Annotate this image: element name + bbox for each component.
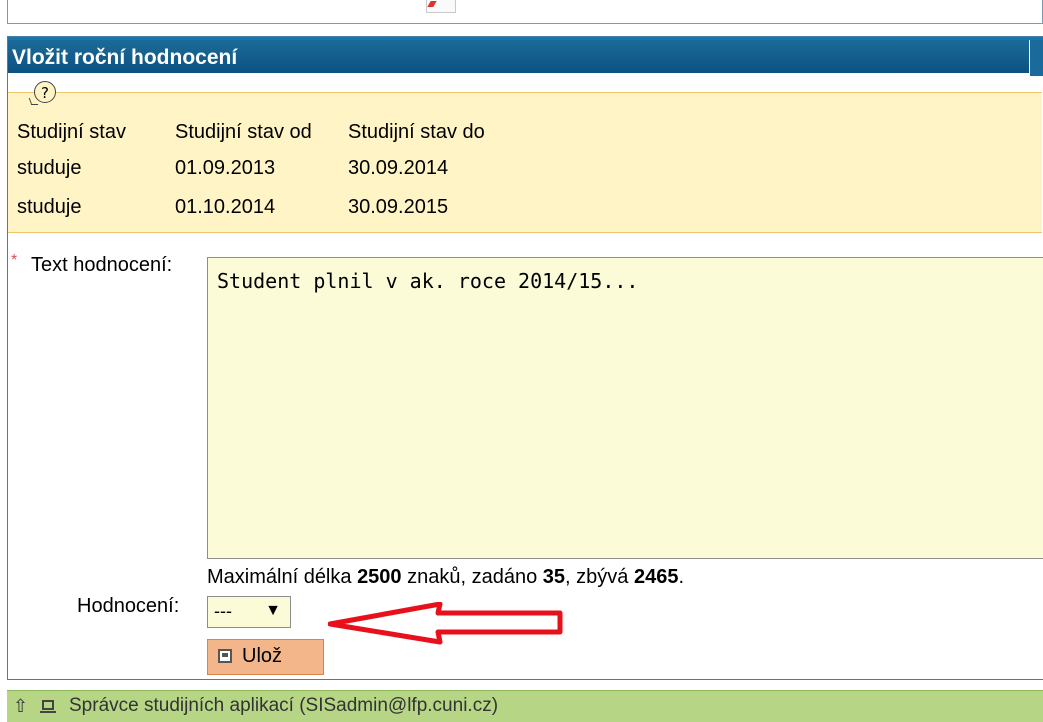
counter-remaining: 2465 <box>633 566 679 588</box>
counter-max: 2500 <box>357 566 402 588</box>
previous-panel-fragment <box>426 0 456 13</box>
evaluation-text-field[interactable]: Student plnil v ak. roce 2014/15... <box>207 257 1043 559</box>
save-button[interactable]: Ulož <box>207 639 324 675</box>
table-cell: studuje <box>17 157 82 179</box>
column-header: Studijní stav do <box>348 121 485 143</box>
footer-admin-contact[interactable]: Správce studijních aplikací (SISadmin@lf… <box>69 691 498 721</box>
table-cell: 01.10.2014 <box>175 196 276 218</box>
previous-panel <box>7 0 1043 24</box>
counter-text: , zbývá <box>565 566 634 588</box>
table-cell: studuje <box>17 196 82 218</box>
counter-suffix: . <box>678 566 685 588</box>
save-icon <box>218 649 232 663</box>
annual-evaluation-panel: Vložit roční hodnocení ? Studijní stav S… <box>7 36 1043 680</box>
column-header: Studijní stav od <box>175 121 312 143</box>
column-header: Studijní stav <box>17 121 126 143</box>
counter-entered: 35 <box>542 566 566 588</box>
footer-bar: ⇧ Správce studijních aplikací (SISadmin@… <box>7 690 1043 722</box>
study-status-box: ? Studijní stav Studijní stav od Studijn… <box>8 81 1042 233</box>
panel-header-edge <box>1029 40 1043 76</box>
help-bubble-icon[interactable]: ? <box>34 81 56 103</box>
annotation-arrow <box>328 602 563 645</box>
table-header-row: Studijní stav Studijní stav od Studijní … <box>17 117 491 150</box>
rating-selected-value: --- <box>214 601 232 621</box>
rating-select[interactable]: --- ▼ <box>207 596 291 628</box>
evaluation-text-label: Text hodnocení: <box>31 254 173 276</box>
panel-header: Vložit roční hodnocení <box>8 37 1043 76</box>
counter-text: znaků, zadáno <box>401 566 543 588</box>
table-cell: 01.09.2013 <box>175 157 276 179</box>
character-counter: Maximální délka 2500 znaků, zadáno 35, z… <box>207 566 684 589</box>
study-status-table: Studijní stav Studijní stav od Studijní … <box>17 117 491 228</box>
table-row: studuje 01.10.2014 30.09.2015 <box>17 189 491 228</box>
table-cell: 30.09.2014 <box>348 157 449 179</box>
required-marker: * <box>11 252 18 269</box>
counter-prefix: Maximální délka <box>207 566 358 588</box>
monitor-icon <box>40 700 56 713</box>
table-cell: 30.09.2015 <box>348 196 449 218</box>
rating-label: Hodnocení: <box>77 595 180 617</box>
save-button-label: Ulož <box>242 645 283 667</box>
table-row: studuje 01.09.2013 30.09.2014 <box>17 150 491 189</box>
up-arrow-icon[interactable]: ⇧ <box>13 691 28 721</box>
panel-title: Vložit roční hodnocení <box>12 46 238 69</box>
dropdown-arrow-icon: ▼ <box>265 602 281 619</box>
